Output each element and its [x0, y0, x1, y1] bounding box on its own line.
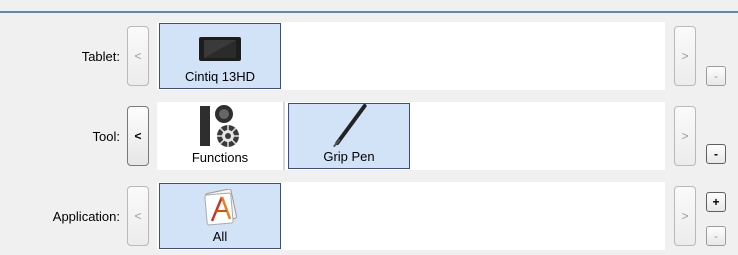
tablet-list: Cintiq 13HD — [157, 22, 665, 90]
tool-item-functions-label: Functions — [191, 150, 249, 165]
application-item-all-label: All — [212, 229, 228, 244]
application-row-label: Application: — [52, 208, 120, 224]
tool-item-grip-pen-label: Grip Pen — [323, 149, 375, 164]
tablet-row-label: Tablet: — [81, 48, 120, 64]
tool-scroll-left-button[interactable]: < — [127, 106, 149, 166]
all-applications-icon — [204, 189, 237, 226]
tablet-item-cintiq[interactable]: Cintiq 13HD — [159, 23, 281, 89]
remove-tool-button[interactable]: - — [706, 144, 726, 164]
application-scroll-left-button[interactable]: < — [127, 186, 149, 246]
tablet-row: Tablet: < Cintiq 13HD > - — [0, 22, 738, 90]
tool-item-grip-pen[interactable]: Grip Pen — [288, 103, 410, 169]
tool-separator — [283, 102, 285, 170]
remove-application-button[interactable]: - — [706, 226, 726, 246]
tablet-icon — [199, 37, 241, 61]
tablet-scroll-right-button[interactable]: > — [674, 26, 696, 86]
tool-scroll-right-button[interactable]: > — [674, 106, 696, 166]
functions-icon — [200, 105, 239, 147]
application-scroll-right-button[interactable]: > — [674, 186, 696, 246]
application-row: Application: < All > + - — [0, 182, 738, 250]
tool-item-functions[interactable]: Functions — [159, 103, 281, 169]
top-divider — [0, 11, 738, 13]
remove-tablet-button[interactable]: - — [706, 66, 726, 86]
pen-icon — [333, 104, 367, 147]
tool-list: Functions Grip Pen — [157, 102, 665, 170]
application-list: All — [157, 182, 665, 250]
application-item-all[interactable]: All — [159, 183, 281, 249]
tool-row-label: Tool: — [92, 128, 120, 144]
tablet-item-label: Cintiq 13HD — [184, 69, 256, 84]
add-application-button[interactable]: + — [706, 192, 726, 212]
tool-row: Tool: < Functions Grip Pen > - — [0, 102, 738, 170]
tablet-scroll-left-button[interactable]: < — [127, 26, 149, 86]
